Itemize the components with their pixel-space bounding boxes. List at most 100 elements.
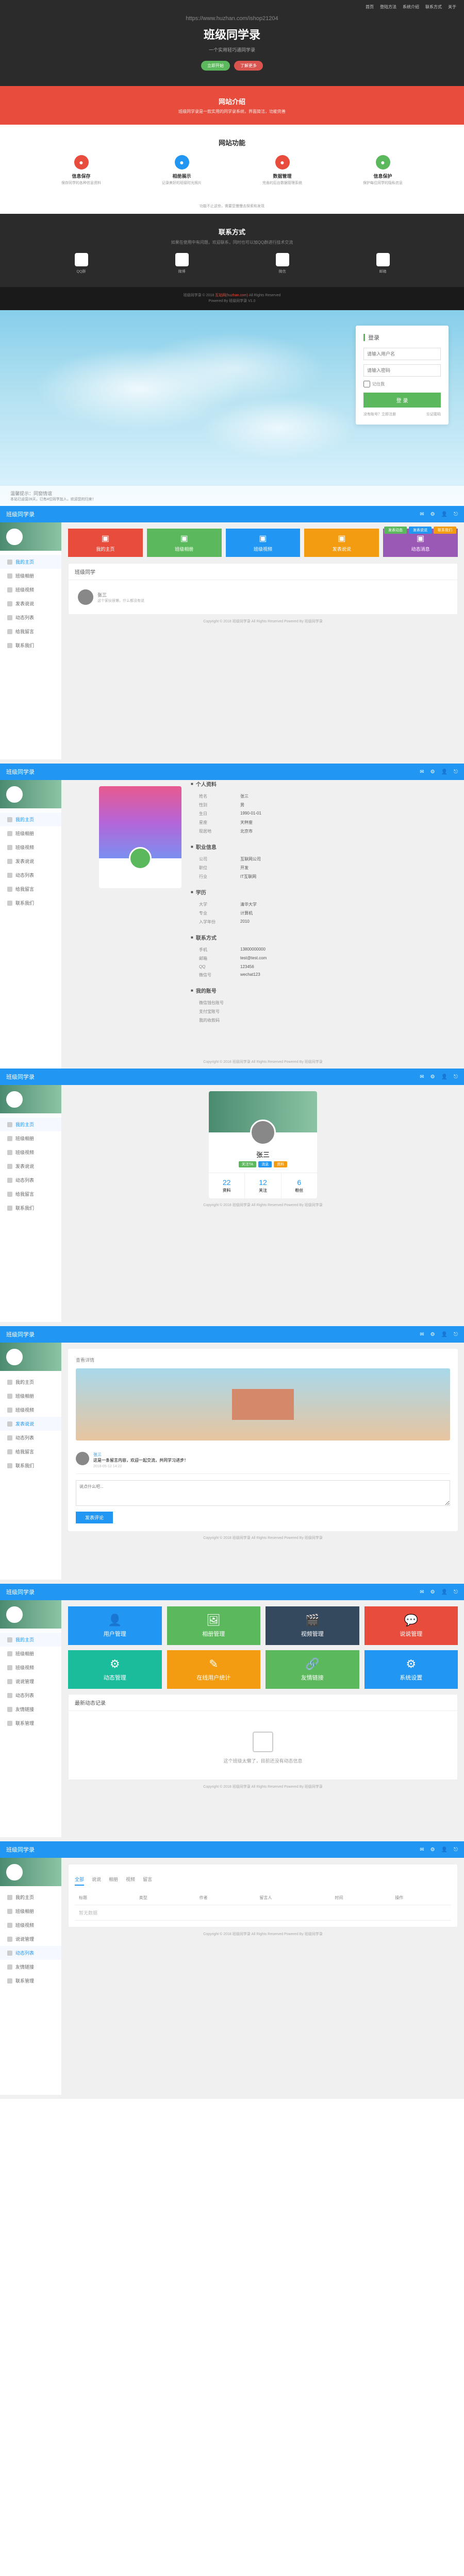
admin-tile[interactable]: 👤用户管理 [68, 1606, 162, 1645]
admin-tile[interactable]: 💬说说管理 [364, 1606, 458, 1645]
sidebar-item[interactable]: 班级视频 [0, 583, 61, 597]
nav-tile[interactable]: ▣班级相册 [147, 529, 222, 557]
sidebar-item[interactable]: 班级相册 [0, 569, 61, 583]
sidebar-item[interactable]: 联系我们 [0, 1459, 61, 1472]
login-button[interactable]: 登 录 [363, 393, 441, 408]
avatar[interactable] [6, 529, 23, 545]
top-icon[interactable]: ⚙ [430, 512, 435, 517]
top-icon[interactable]: 👤 [441, 1847, 448, 1853]
comment-avatar[interactable] [76, 1452, 89, 1465]
top-icon[interactable]: 👤 [441, 1589, 448, 1595]
sidebar-item[interactable]: 班级视频 [0, 1918, 61, 1932]
top-icon[interactable]: 👤 [441, 1332, 448, 1337]
sidebar-item[interactable]: 说说管理 [0, 1932, 61, 1946]
sidebar-item[interactable]: 动态列表 [0, 868, 61, 882]
top-icon[interactable]: ⎋ [454, 769, 458, 775]
top-icon[interactable]: ✉ [420, 512, 424, 517]
sidebar-item[interactable]: 我的主页 [0, 1633, 61, 1647]
learn-button[interactable]: 了解更多 [234, 61, 263, 71]
sidebar-item[interactable]: 我的主页 [0, 1375, 61, 1389]
sidebar-item[interactable]: 发表说说 [0, 1159, 61, 1173]
nav-link[interactable]: 系统介绍 [403, 4, 419, 10]
top-icon[interactable]: ✉ [420, 1589, 424, 1595]
admin-tile[interactable]: 🖼相册管理 [167, 1606, 261, 1645]
action-badge[interactable]: 关注TA [239, 1161, 256, 1167]
quick-button[interactable]: 联系我们 [434, 527, 456, 534]
sidebar-item[interactable]: 班级视频 [0, 1403, 61, 1417]
quick-button[interactable]: 发表动态 [384, 527, 407, 534]
sidebar-item[interactable]: 联系管理 [0, 1974, 61, 1988]
stat-item[interactable]: 12关注 [245, 1173, 281, 1198]
sidebar-item[interactable]: 班级相册 [0, 1647, 61, 1660]
sidebar-item[interactable]: 我的主页 [0, 1890, 61, 1904]
top-icon[interactable]: ⚙ [430, 1847, 435, 1853]
sidebar-item[interactable]: 班级相册 [0, 1904, 61, 1918]
sidebar-item[interactable]: 联系管理 [0, 1716, 61, 1730]
top-icon[interactable]: 👤 [441, 1074, 448, 1080]
sidebar-item[interactable]: 发表说说 [0, 1417, 61, 1431]
top-icon[interactable]: ⎋ [454, 1332, 458, 1337]
filter-tab[interactable]: 说说 [92, 1876, 101, 1886]
top-icon[interactable]: ⚙ [430, 1589, 435, 1595]
sidebar-item[interactable]: 班级相册 [0, 1389, 61, 1403]
nav-link[interactable]: 联系方式 [425, 4, 442, 10]
sidebar-item[interactable]: 班级视频 [0, 1145, 61, 1159]
sidebar-item[interactable]: 动态列表 [0, 1173, 61, 1187]
admin-tile[interactable]: ⚙动态管理 [68, 1650, 162, 1689]
sidebar-item[interactable]: 动态列表 [0, 1431, 61, 1445]
sidebar-item[interactable]: 我的主页 [0, 812, 61, 826]
nav-link[interactable]: 登陆方法 [380, 4, 396, 10]
submit-button[interactable]: 发表评论 [76, 1512, 113, 1523]
filter-tab[interactable]: 相册 [109, 1876, 118, 1886]
friend-item[interactable]: 张三 这个家伙很懒，什么都没有说 [75, 586, 451, 608]
sidebar-item[interactable]: 友情链接 [0, 1702, 61, 1716]
reply-textarea[interactable] [76, 1480, 450, 1506]
top-icon[interactable]: 👤 [441, 769, 448, 775]
sidebar-item[interactable]: 给我留言 [0, 1445, 61, 1459]
filter-tab[interactable]: 全部 [75, 1876, 84, 1886]
nav-tile[interactable]: ▣发表说说 [304, 529, 379, 557]
sidebar-item[interactable]: 说说管理 [0, 1674, 61, 1688]
register-link[interactable]: 没有账号？立即注册 [363, 412, 396, 417]
sidebar-item[interactable]: 班级视频 [0, 840, 61, 854]
top-icon[interactable]: ✉ [420, 1847, 424, 1853]
sidebar-item[interactable]: 发表说说 [0, 854, 61, 868]
sidebar-item[interactable]: 动态列表 [0, 611, 61, 624]
sidebar-item[interactable]: 班级相册 [0, 826, 61, 840]
top-icon[interactable]: ✉ [420, 1332, 424, 1337]
sidebar-item[interactable]: 动态列表 [0, 1946, 61, 1960]
action-badge[interactable]: 资料 [274, 1161, 287, 1167]
top-icon[interactable]: 👤 [441, 512, 448, 517]
admin-tile[interactable]: ⚙系统设置 [364, 1650, 458, 1689]
contact-item[interactable]: 微博 [134, 253, 230, 274]
top-icon[interactable]: ⎋ [454, 1847, 458, 1853]
sidebar-item[interactable]: 给我留言 [0, 1187, 61, 1201]
password-input[interactable] [363, 364, 441, 377]
admin-tile[interactable]: 🔗友情链接 [266, 1650, 359, 1689]
sidebar-item[interactable]: 给我留言 [0, 882, 61, 896]
top-icon[interactable]: ⎋ [454, 512, 458, 517]
nav-tile[interactable]: ▣班级视频 [226, 529, 301, 557]
contact-item[interactable]: QQ群 [33, 253, 129, 274]
sidebar-item[interactable]: 联系我们 [0, 638, 61, 652]
admin-tile[interactable]: 🎬视频管理 [266, 1606, 359, 1645]
stat-item[interactable]: 22资料 [209, 1173, 245, 1198]
top-icon[interactable]: ⎋ [454, 1074, 458, 1080]
top-icon[interactable]: ⎋ [454, 1589, 458, 1595]
user-avatar[interactable] [250, 1120, 276, 1145]
sidebar-item[interactable]: 我的主页 [0, 1117, 61, 1131]
sidebar-item[interactable]: 友情链接 [0, 1960, 61, 1974]
top-icon[interactable]: ⚙ [430, 769, 435, 775]
top-icon[interactable]: ⚙ [430, 1332, 435, 1337]
sidebar-item[interactable]: 联系我们 [0, 1201, 61, 1215]
profile-avatar[interactable] [129, 847, 152, 870]
action-badge[interactable]: 消息 [258, 1161, 272, 1167]
remember-checkbox[interactable]: 记住我 [363, 381, 441, 387]
sidebar-item[interactable]: 发表说说 [0, 597, 61, 611]
nav-tile[interactable]: ▣我的主页 [68, 529, 143, 557]
top-icon[interactable]: ✉ [420, 769, 424, 775]
comment-user[interactable]: 张三 [93, 1452, 188, 1458]
sidebar-item[interactable]: 我的主页 [0, 555, 61, 569]
stat-item[interactable]: 6粉丝 [281, 1173, 317, 1198]
username-input[interactable] [363, 348, 441, 360]
